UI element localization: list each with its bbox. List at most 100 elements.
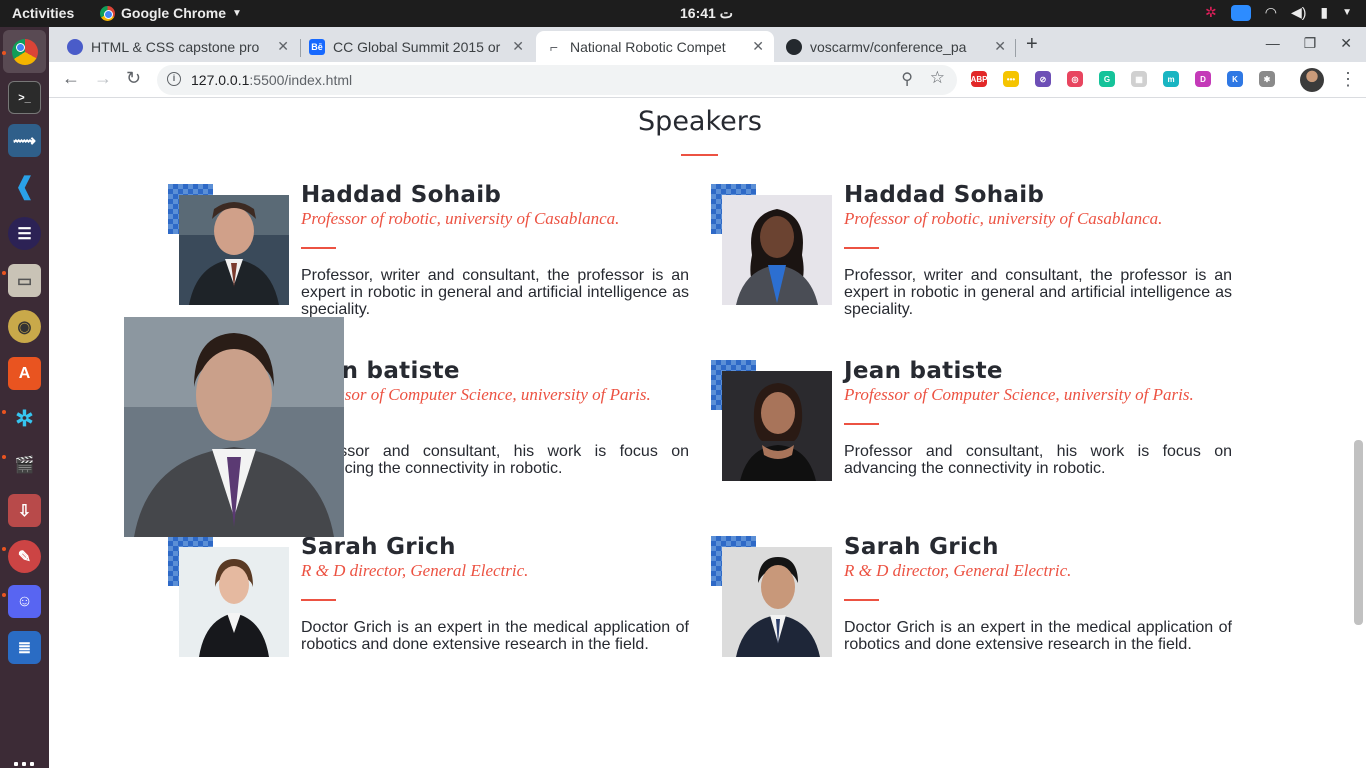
speaker-info: Sarah Grich R & D director, General Elec… xyxy=(301,533,689,653)
terminal-icon[interactable]: >_ xyxy=(8,81,41,114)
speaker-name: Haddad Sohaib xyxy=(301,182,502,208)
speaker-bio: Professor, writer and consultant, the pr… xyxy=(301,267,689,318)
address-bar[interactable]: i 127.0.0.1:5500/index.html ⚲ ☆ xyxy=(157,65,957,95)
rhythmbox-icon[interactable]: ◉ xyxy=(8,310,41,343)
text-editor-icon[interactable]: ≣ xyxy=(8,631,41,664)
d-extension-icon[interactable]: D xyxy=(1195,71,1211,87)
mysql-workbench-icon[interactable]: ⟿ xyxy=(8,124,41,157)
section-title: Speakers xyxy=(638,106,762,137)
speaker-card: Jean batiste Professor of Computer Scien… xyxy=(711,358,1232,500)
software-center-icon[interactable]: A xyxy=(8,357,41,390)
bookmark-star-icon[interactable]: ☆ xyxy=(930,68,945,88)
tab-capstone[interactable]: HTML & CSS capstone pro ✕ xyxy=(57,31,299,62)
more-menu-icon[interactable]: ⋮ xyxy=(1339,69,1357,90)
chrome-icon xyxy=(11,38,38,65)
speaker-name: Jean batiste xyxy=(844,358,1003,384)
vscode-icon[interactable]: ❰ xyxy=(8,170,41,203)
tab-strip: HTML & CSS capstone pro ✕ Bē CC Global S… xyxy=(49,27,1366,62)
tab-title: voscarmv/conference_pa xyxy=(810,38,967,55)
chat-bubble-icon xyxy=(67,38,83,55)
speaker-role: Professor of robotic, university of Casa… xyxy=(301,209,620,228)
speaker-divider xyxy=(844,247,879,249)
speaker-role: R & D director, General Electric. xyxy=(301,561,529,580)
speaker-card: Sarah Grich R & D director, General Elec… xyxy=(168,533,689,676)
forward-arrow-icon[interactable]: → xyxy=(94,68,112,89)
speaker-card: Haddad Sohaib Professor of robotic, univ… xyxy=(168,181,689,324)
speaker-divider xyxy=(844,599,879,601)
chevron-down-icon: ▼ xyxy=(232,7,242,19)
install-icon[interactable]: ⇩ xyxy=(8,494,41,527)
tab-github[interactable]: voscarmv/conference_pa ✕ xyxy=(776,31,1016,62)
speaker-info: Jean batiste Professor of Computer Scien… xyxy=(301,357,689,477)
running-indicator xyxy=(2,271,6,275)
scrollbar-thumb[interactable] xyxy=(1354,440,1363,625)
show-applications-button[interactable] xyxy=(14,762,34,782)
wifi-icon[interactable]: ◠ xyxy=(1265,4,1277,21)
speaker-bio: Doctor Grich is an expert in the medical… xyxy=(844,619,1232,653)
url-host: 127.0.0.1 xyxy=(191,72,250,88)
blocker-extension-icon[interactable]: ⊘ xyxy=(1035,71,1051,87)
grammarly-icon[interactable]: G xyxy=(1099,71,1115,87)
battery-icon[interactable]: ▮ xyxy=(1320,4,1328,21)
slack-tray-icon[interactable]: ✲ xyxy=(1205,4,1217,21)
speaker-bio: Professor and consultant, his work is fo… xyxy=(301,443,689,477)
speaker-photo xyxy=(722,195,832,305)
speaker-card: Sarah Grich R & D director, General Elec… xyxy=(711,533,1232,676)
page-viewport: Speakers Haddad Sohaib Professor of robo… xyxy=(49,98,1366,768)
back-arrow-icon[interactable]: ← xyxy=(62,68,80,89)
speaker-info: Haddad Sohaib Professor of robotic, univ… xyxy=(301,181,689,318)
clock[interactable]: 16:41 ت xyxy=(680,5,733,22)
tab-national-robotic[interactable]: ⌐ National Robotic Compet ✕ xyxy=(536,31,774,62)
new-tab-button[interactable]: + xyxy=(1026,33,1038,56)
speaker-divider xyxy=(301,599,336,601)
system-top-bar: Activities Google Chrome ▼ 16:41 ت ✲ ◠ ◀… xyxy=(0,0,1366,27)
window-controls: — ❐ ✕ xyxy=(1266,35,1352,52)
speaker-photo xyxy=(722,371,832,481)
close-icon[interactable]: ✕ xyxy=(512,38,524,55)
speaker-photo xyxy=(179,547,289,657)
close-icon[interactable]: ✕ xyxy=(277,38,289,55)
tab-title: National Robotic Compet xyxy=(570,38,726,55)
note-extension-icon[interactable]: ••• xyxy=(1003,71,1019,87)
zoom-icon[interactable]: ⚲ xyxy=(901,69,913,89)
tab-cc-global-summit[interactable]: Bē CC Global Summit 2015 or ✕ xyxy=(299,31,534,62)
grid-extension-icon[interactable]: ▦ xyxy=(1131,71,1147,87)
file-manager-icon[interactable]: ▭ xyxy=(8,264,41,297)
multi-link-extension-icon[interactable]: ◎ xyxy=(1067,71,1083,87)
profile-avatar[interactable] xyxy=(1300,68,1324,92)
close-window-icon[interactable]: ✕ xyxy=(1340,35,1352,52)
zoom-tray-icon[interactable] xyxy=(1230,4,1251,21)
system-tray[interactable]: ✲ ◠ ◀) ▮ ▼ xyxy=(1205,4,1352,21)
chrome-launcher[interactable] xyxy=(3,30,46,73)
speaker-divider xyxy=(844,423,879,425)
minimize-icon[interactable]: — xyxy=(1266,35,1280,52)
reload-icon[interactable]: ↻ xyxy=(126,68,141,89)
m-extension-icon[interactable]: m xyxy=(1163,71,1179,87)
close-icon[interactable]: ✕ xyxy=(752,38,764,55)
page-scrollbar[interactable] xyxy=(1351,98,1366,768)
restore-icon[interactable]: ❐ xyxy=(1304,35,1317,52)
eclipse-icon[interactable]: ☰ xyxy=(8,217,41,250)
activities-button[interactable]: Activities xyxy=(12,5,74,21)
slack-icon[interactable]: ✲ xyxy=(8,402,41,435)
app-menu[interactable]: Google Chrome ▼ xyxy=(100,5,242,21)
close-icon[interactable]: ✕ xyxy=(994,38,1006,55)
running-indicator xyxy=(2,51,6,55)
speaker-bio: Doctor Grich is an expert in the medical… xyxy=(301,619,689,653)
discord-icon[interactable]: ☺ xyxy=(8,585,41,618)
github-icon xyxy=(786,38,802,55)
running-indicator xyxy=(2,593,6,597)
title-underline xyxy=(681,154,718,156)
bug-extension-icon[interactable]: ✱ xyxy=(1259,71,1275,87)
volume-icon[interactable]: ◀) xyxy=(1291,4,1306,21)
dragged-speaker-photo[interactable] xyxy=(124,317,344,537)
ubuntu-dock: >_ ⟿ ❰ ☰ ▭ ◉ A ✲ 🎬 ⇩ ✎ ☺ ≣ xyxy=(0,27,49,782)
power-menu-icon[interactable]: ▼ xyxy=(1342,7,1352,18)
url-text[interactable]: 127.0.0.1:5500/index.html xyxy=(191,72,352,88)
video-editor-icon[interactable]: 🎬 xyxy=(8,448,41,481)
speaker-info: Sarah Grich R & D director, General Elec… xyxy=(844,533,1232,653)
adblock-plus-icon[interactable]: ABP xyxy=(971,71,987,87)
site-info-icon[interactable]: i xyxy=(167,72,181,86)
k-extension-icon[interactable]: K xyxy=(1227,71,1243,87)
settings-tool-icon[interactable]: ✎ xyxy=(8,540,41,573)
